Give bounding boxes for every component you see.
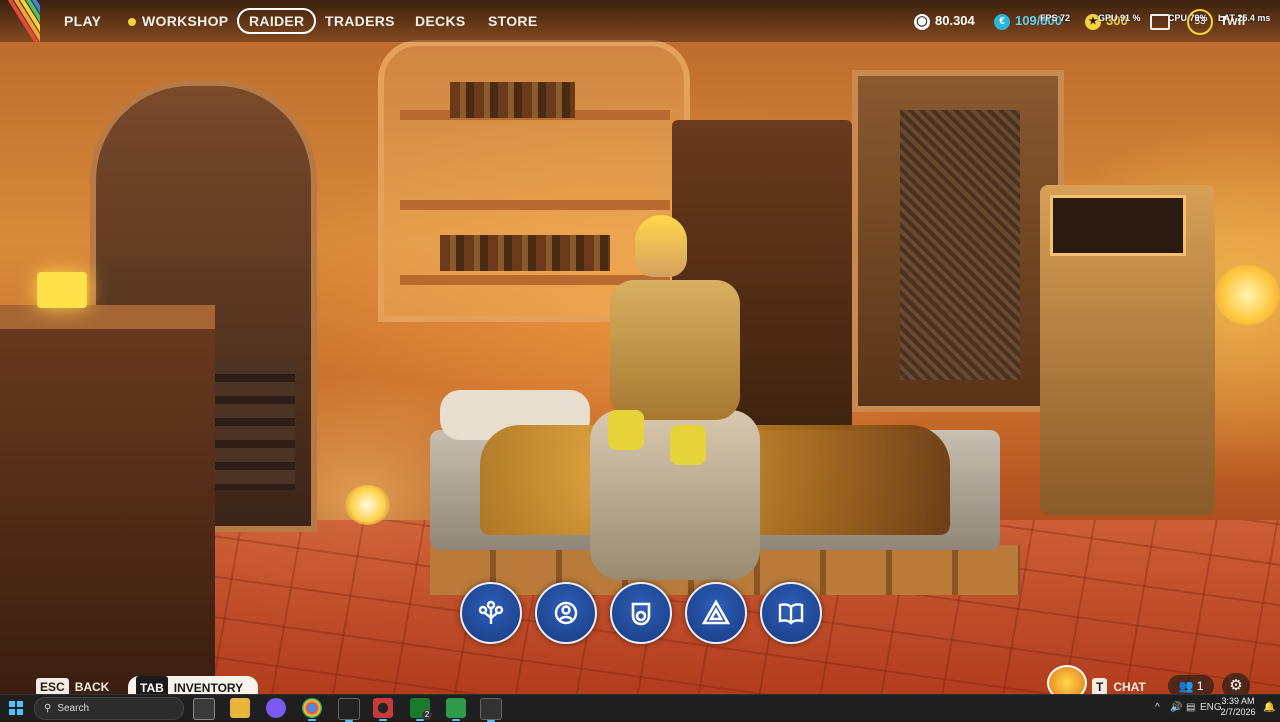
- raider-character: [590, 195, 760, 595]
- player-name[interactable]: Twil: [1220, 8, 1246, 34]
- network-icon[interactable]: ▤: [1186, 695, 1195, 721]
- stats-button[interactable]: [610, 582, 672, 644]
- floor-lamp: [345, 485, 390, 525]
- coins-value: 80.304: [935, 13, 975, 28]
- nav-workshop[interactable]: WORKSHOP: [128, 8, 228, 34]
- computer-screen: [1050, 195, 1186, 256]
- inventory-label: INVENTORY: [173, 681, 244, 695]
- loadout-button[interactable]: [535, 582, 597, 644]
- rank-button[interactable]: [685, 582, 747, 644]
- volume-icon[interactable]: 🔊: [1170, 695, 1182, 721]
- nav-workshop-label: WORKSHOP: [142, 13, 229, 29]
- weapon-rack: [900, 110, 1020, 380]
- fps-readout: FPS 72: [1040, 13, 1071, 23]
- xbox-badge: 2: [422, 710, 432, 720]
- chrome-icon[interactable]: [302, 698, 322, 721]
- counter-top: [0, 305, 215, 329]
- search-placeholder: Search: [57, 703, 90, 714]
- raider-actions: [460, 582, 825, 644]
- taskbar-clock[interactable]: 3:39 AM 2/7/2026: [1218, 696, 1258, 718]
- coin-icon: ◯: [914, 13, 930, 30]
- lamp-glow: [1215, 265, 1280, 325]
- stats-badge-icon: [631, 602, 651, 626]
- tray-overflow-icon[interactable]: ^: [1155, 695, 1160, 721]
- codex-button[interactable]: [760, 582, 822, 644]
- raider-head: [635, 215, 687, 277]
- raider-glove: [608, 410, 644, 450]
- player-level-badge[interactable]: 53: [1187, 9, 1213, 35]
- friends-icon: 👥: [1178, 679, 1194, 693]
- game-app-icon[interactable]: [480, 698, 502, 722]
- seed-currency-icon: €: [994, 13, 1010, 30]
- taskbar-search-box[interactable]: ⚲ Search: [34, 697, 184, 720]
- notification-bell-icon[interactable]: 🔔: [1263, 695, 1275, 721]
- mail-icon[interactable]: [1150, 14, 1170, 30]
- books: [440, 235, 610, 271]
- sheets-icon[interactable]: [446, 698, 466, 721]
- windows-taskbar: ⚲ Search 2 ^ 🔊 ▤ ENG 3:39 AM 2/7/2026 🔔: [0, 694, 1280, 722]
- loadout-gear-icon: [554, 601, 578, 625]
- game-launcher-icon[interactable]: [338, 698, 360, 722]
- file-explorer-icon[interactable]: [230, 698, 250, 718]
- nav-decks[interactable]: DECKS: [415, 8, 466, 34]
- top-nav-bar: PLAY WORKSHOP RAIDER TRADERS DECKS STORE…: [0, 0, 1280, 42]
- clock-date: 2/7/2026: [1220, 707, 1256, 717]
- raider-vest: [610, 280, 740, 420]
- gpu-readout: GPU 91 %: [1098, 13, 1141, 23]
- chat-label: CHAT: [1113, 680, 1146, 694]
- nav-play[interactable]: PLAY: [64, 8, 101, 34]
- windows-start-icon[interactable]: [9, 701, 23, 715]
- discord-icon[interactable]: [266, 698, 286, 718]
- nav-traders[interactable]: TRADERS: [325, 8, 395, 34]
- nav-store[interactable]: STORE: [488, 8, 537, 34]
- task-view-icon[interactable]: [193, 698, 215, 720]
- yellow-mug: [37, 272, 87, 308]
- skill-tree-icon: [478, 600, 504, 624]
- codex-book-icon: [778, 603, 804, 625]
- raider-glove: [670, 425, 706, 465]
- search-icon: ⚲: [44, 703, 52, 714]
- coins-balance[interactable]: ◯ 80.304: [914, 10, 975, 32]
- skill-tree-button[interactable]: [460, 582, 522, 644]
- counter: [0, 305, 215, 694]
- xbox-icon[interactable]: 2: [410, 698, 432, 721]
- recorder-icon[interactable]: [373, 698, 393, 721]
- books: [450, 82, 575, 118]
- triangle-rank-icon: [701, 599, 731, 625]
- friends-count: 1: [1196, 679, 1204, 693]
- clock-time: 3:39 AM: [1221, 696, 1255, 706]
- rainbow-logo: [0, 0, 40, 42]
- nav-raider[interactable]: RAIDER: [237, 8, 317, 34]
- back-label: BACK: [74, 680, 110, 694]
- notification-dot: [128, 18, 136, 27]
